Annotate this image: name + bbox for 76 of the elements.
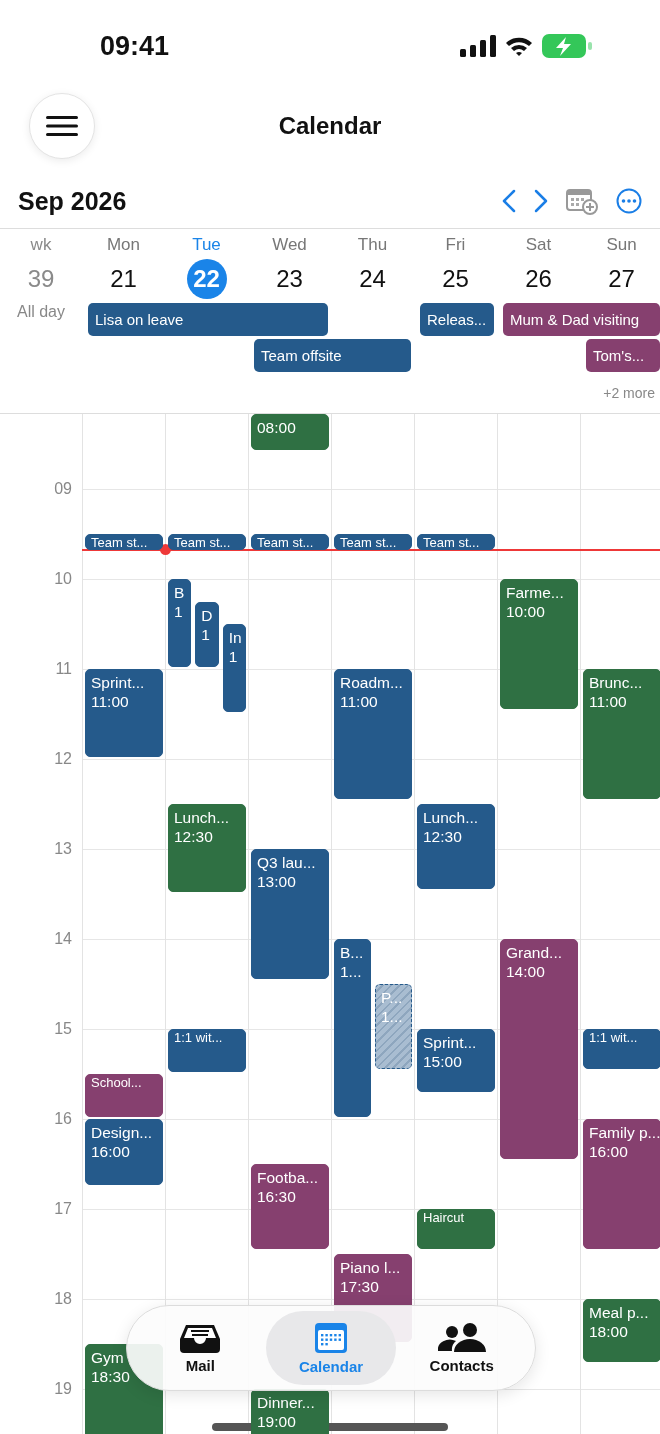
event-block[interactable]: Dinner... 19:00 [251,1389,329,1434]
screen-title: Calendar [278,112,382,140]
event-block[interactable]: Team st... [417,534,495,550]
wifi-icon [504,35,534,57]
hour-label: 12 [54,750,72,768]
event-block[interactable]: Family p... 16:00 [583,1119,660,1249]
event-block[interactable]: D 1 [195,601,219,667]
signal-icon [460,35,496,57]
month-label: Sep 2026 [18,186,127,216]
event-block[interactable]: Team st... [85,534,163,550]
more-events-link[interactable]: +2 more [603,375,660,411]
weekday-label: Tue [192,235,221,255]
event-block[interactable]: Roadm... 11:00 [334,669,412,799]
weekday-label: Wed [272,235,307,255]
day-number[interactable]: 26 [518,259,559,299]
previous-week-icon[interactable] [502,189,516,213]
weekday-label: Sat [525,235,552,255]
menu-icon [46,116,78,136]
day-number[interactable]: 21 [103,259,144,299]
hour-label: 19 [54,1380,72,1398]
all-day-event[interactable]: Mum & Dad visiting [503,303,660,336]
event-block[interactable]: Footba... 16:30 [251,1164,329,1249]
people-icon [437,1322,486,1353]
weekday-label: Mon [106,235,141,255]
event-block[interactable]: Design... 16:00 [85,1119,163,1185]
day-number[interactable]: 24 [352,259,393,299]
hour-label: 11 [55,660,72,678]
event-block[interactable]: 1:1 wit... [583,1029,660,1069]
day-number[interactable]: 27 [601,259,642,299]
hour-label: 09 [54,480,72,498]
day-number[interactable]: 25 [435,259,476,299]
event-block[interactable]: Lunch... 12:30 [168,804,246,892]
event-block[interactable]: Meal p... 18:00 [583,1299,660,1362]
all-day-event[interactable]: Tom's... [586,339,660,372]
calendar-icon [314,1321,348,1354]
event-block[interactable]: Haircut [417,1209,495,1249]
weekday-label: Thu [357,235,388,255]
event-block[interactable]: B... 1... [334,939,371,1117]
event-block[interactable]: School... [85,1074,163,1117]
event-block[interactable]: Team st... [168,534,246,550]
all-day-event[interactable]: Lisa on leave [88,303,328,336]
event-block[interactable]: Lunch... 12:30 [417,804,495,889]
event-block[interactable]: Sprint... 15:00 [417,1029,495,1092]
weekday-label: Sun [606,235,637,255]
event-block[interactable]: Team st... [334,534,412,550]
event-block[interactable]: Sprint... 11:00 [85,669,163,757]
battery-charging-icon [542,34,592,58]
event-block[interactable]: Q3 lau... 13:00 [251,849,329,979]
hour-label: 13 [54,840,72,858]
hour-label: 10 [54,570,72,588]
week-label: wk [30,235,52,255]
hour-label: 16 [54,1110,72,1128]
status-time: 09:41 [100,30,170,62]
more-options-icon[interactable] [616,188,642,214]
week-number: 39 [26,264,56,294]
event-block[interactable]: B 1 [168,579,192,667]
next-week-icon[interactable] [534,189,548,213]
hour-label: 14 [54,930,72,948]
event-block[interactable]: Brunc... 11:00 [583,669,660,799]
hour-label: 17 [54,1200,72,1218]
all-day-label: All day [16,303,66,321]
hour-label: 18 [54,1290,72,1308]
all-day-event[interactable]: Releas... [420,303,494,336]
event-block[interactable]: Grand... 14:00 [500,939,578,1159]
all-day-event[interactable]: Team offsite [254,339,411,372]
event-block[interactable]: 1:1 wit... [168,1029,246,1072]
event-block[interactable]: Team st... [251,534,329,550]
day-number[interactable]: 22 [186,259,227,299]
event-block[interactable]: In 1 [222,624,246,712]
event-block[interactable]: 08:00 [251,414,329,450]
calendar-add-icon[interactable] [566,187,598,215]
tray-icon [180,1322,221,1353]
event-block[interactable]: Farme... 10:00 [500,579,578,709]
weekday-label: Fri [445,235,466,255]
hour-label: 15 [54,1020,72,1038]
day-number[interactable]: 23 [269,259,310,299]
